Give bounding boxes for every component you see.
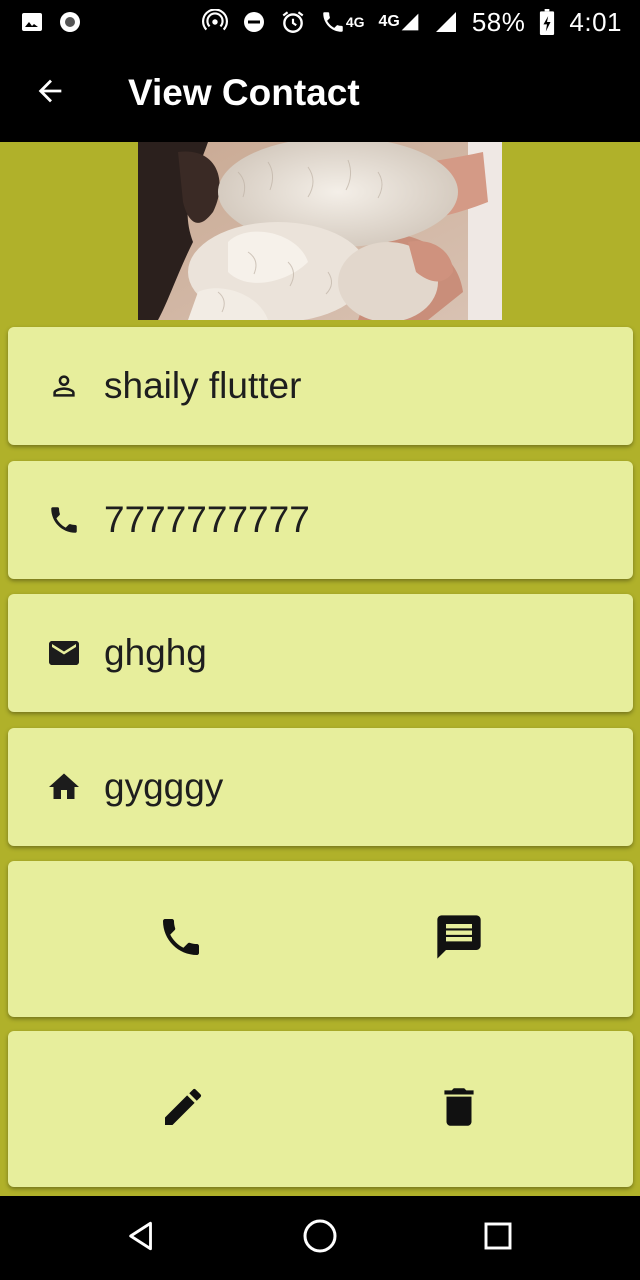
message-button[interactable] — [429, 909, 489, 969]
manage-card — [8, 1031, 633, 1187]
network-small-label: 4G — [345, 14, 365, 30]
wifi-call-icon: 4G — [320, 9, 365, 35]
app-bar: View Contact — [0, 44, 640, 142]
contact-email: ghghg — [104, 632, 207, 673]
delete-button[interactable] — [429, 1079, 489, 1139]
contact-photo — [138, 142, 502, 320]
home-icon — [46, 769, 82, 805]
back-button[interactable] — [0, 44, 100, 142]
home-circle-icon — [302, 1218, 338, 1259]
delete-icon — [434, 1082, 484, 1137]
record-icon — [58, 10, 82, 34]
call-icon — [157, 913, 205, 966]
status-right: 4G 4G 58% 4:01 — [201, 6, 622, 38]
phone-card: 7777777777 — [8, 461, 633, 579]
communicate-card — [8, 861, 633, 1017]
signal-4g-icon: 4G — [379, 11, 420, 33]
battery-percent: 58% — [471, 6, 526, 37]
call-button[interactable] — [151, 909, 211, 969]
arrow-back-icon — [33, 74, 67, 113]
address-card: gygggy — [8, 728, 633, 846]
back-triangle-icon — [125, 1219, 159, 1258]
mail-icon — [46, 635, 82, 671]
person-icon — [46, 368, 82, 404]
page-title: View Contact — [128, 72, 360, 113]
contact-name: shaily flutter — [104, 365, 302, 406]
hotspot-icon — [201, 9, 228, 35]
system-nav-bar — [0, 1196, 640, 1280]
email-card: ghghg — [8, 594, 633, 712]
phone-icon — [46, 502, 82, 538]
dnd-icon — [242, 10, 266, 34]
signal-icon — [434, 10, 458, 34]
alarm-icon — [280, 9, 306, 35]
status-left — [20, 10, 82, 34]
clock: 4:01 — [569, 6, 622, 37]
contact-address: gygggy — [104, 766, 224, 807]
edit-icon — [159, 1083, 207, 1136]
message-icon — [433, 911, 485, 968]
edit-button[interactable] — [153, 1079, 213, 1139]
recents-square-icon — [482, 1220, 514, 1257]
nav-home-button[interactable] — [290, 1208, 350, 1268]
image-icon — [20, 10, 44, 34]
contact-phone: 7777777777 — [104, 499, 310, 540]
battery-icon — [539, 9, 555, 35]
status-bar: 4G 4G 58% 4:01 — [0, 0, 640, 44]
network-label: 4G — [378, 13, 400, 30]
nav-recents-button[interactable] — [468, 1208, 528, 1268]
name-card: shaily flutter — [8, 327, 633, 445]
nav-back-button[interactable] — [112, 1208, 172, 1268]
